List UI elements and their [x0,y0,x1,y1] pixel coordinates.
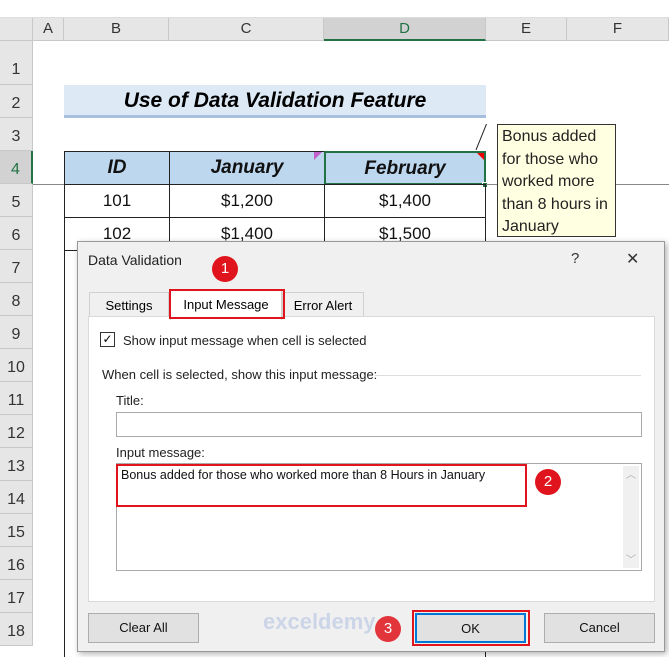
column-header-e[interactable]: E [486,18,567,41]
dialog-title: Data Validation [88,252,182,268]
row-header-14[interactable]: 14 [0,481,33,514]
scroll-up-icon[interactable]: ︿ [623,466,639,481]
step-badge-2: 2 [535,469,561,495]
show-message-label[interactable]: Show input message when cell is selected [123,333,367,348]
highlight-tab [169,289,285,319]
step-badge-3: 3 [375,616,401,642]
header-cell-january[interactable]: January [169,151,325,185]
highlight-ok [412,610,530,646]
cell-february[interactable]: $1,400 [324,184,486,218]
row-header-3[interactable]: 3 [0,118,33,151]
tab-panel: ✓ Show input message when cell is select… [88,316,655,602]
step-badge-1: 1 [212,256,238,282]
comment-indicator [477,153,484,160]
group-divider [375,375,641,376]
row-header-8[interactable]: 8 [0,283,33,316]
cell-january[interactable]: $1,200 [169,184,325,218]
close-button[interactable]: ✕ [626,249,639,269]
column-header-a[interactable]: A [33,18,64,41]
row-header-5[interactable]: 5 [0,184,33,217]
row-header-2[interactable]: 2 [0,85,33,118]
show-message-checkbox[interactable]: ✓ [100,332,115,347]
tab-error-alert[interactable]: Error Alert [282,292,364,318]
input-message-tooltip: Bonus added for those who worked more th… [497,124,616,237]
group-label: When cell is selected, show this input m… [102,367,378,382]
cell-id[interactable]: 101 [64,184,170,218]
column-header-c[interactable]: C [169,18,324,41]
column-header-f[interactable]: F [567,18,669,41]
message-label: Input message: [116,445,205,460]
row-header-18[interactable]: 18 [0,613,33,646]
row-header-9[interactable]: 9 [0,316,33,349]
row-header-13[interactable]: 13 [0,448,33,481]
row-header-10[interactable]: 10 [0,349,33,382]
watermark-logo: exceldemy [263,609,376,634]
cancel-button[interactable]: Cancel [544,613,655,643]
header-cell-february[interactable]: February [324,151,486,185]
header-cell-id[interactable]: ID [64,151,170,185]
formula-bar-strip [0,0,669,18]
tab-settings[interactable]: Settings [89,292,169,318]
row-header-15[interactable]: 15 [0,514,33,547]
scroll-down-icon[interactable]: ﹀ [623,551,639,566]
title-input[interactable] [116,412,642,437]
row-header-4[interactable]: 4 [0,151,33,184]
row-header-12[interactable]: 12 [0,415,33,448]
row-header-6[interactable]: 6 [0,217,33,250]
row-header-17[interactable]: 17 [0,580,33,613]
tooltip-pointer [475,123,487,151]
row-header-7[interactable]: 7 [0,250,33,283]
highlight-message [116,464,527,507]
row-header-16[interactable]: 16 [0,547,33,580]
column-header-d[interactable]: D [324,18,486,41]
select-all-corner[interactable] [0,18,33,41]
help-button[interactable]: ? [571,250,579,267]
table-border-left [64,250,65,657]
textarea-scrollbar[interactable]: ︿ ﹀ [623,466,639,568]
sheet-title-cell[interactable]: Use of Data Validation Feature [64,85,486,118]
column-header-b[interactable]: B [64,18,169,41]
clear-all-button[interactable]: Clear All [88,613,199,643]
row-header-11[interactable]: 11 [0,382,33,415]
title-label: Title: [116,393,144,408]
data-validation-dialog: Data Validation ? ✕ Settings Input Messa… [77,241,665,652]
row-header-1[interactable]: 1 [0,41,33,85]
comment-indicator [314,152,322,160]
